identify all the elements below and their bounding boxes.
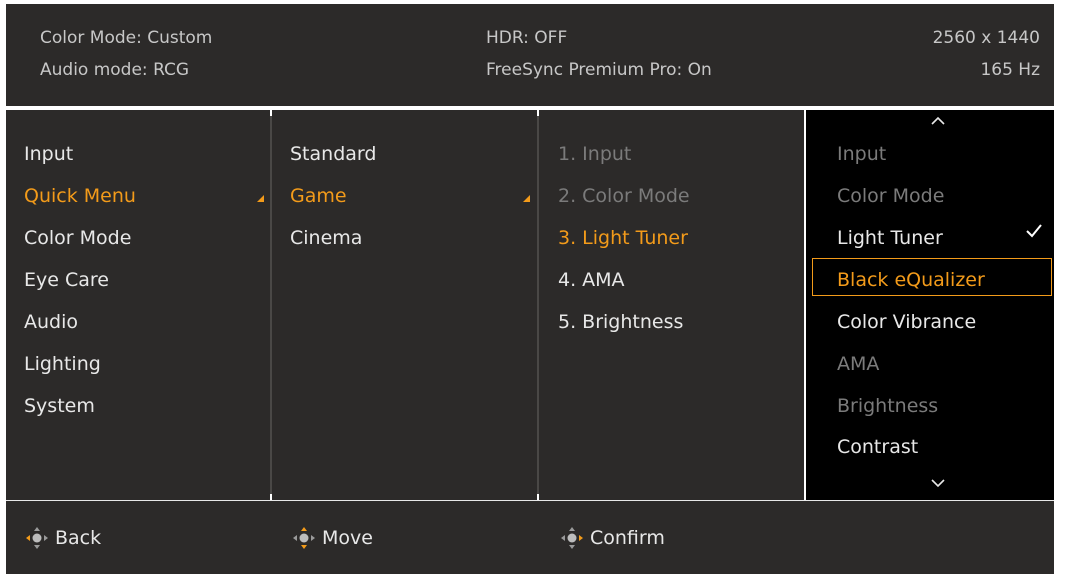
- main-menu-item-color-mode[interactable]: Color Mode: [24, 223, 131, 253]
- quick-slot-2: 2. Color Mode: [558, 185, 690, 207]
- option-light-tuner[interactable]: Light Tuner: [837, 223, 943, 253]
- chevron-down-icon[interactable]: [930, 478, 946, 488]
- main-menu-item-system[interactable]: System: [24, 391, 95, 421]
- quick-slot-1: 1. Input: [558, 143, 632, 165]
- main-menu-item-lighting[interactable]: Lighting: [24, 349, 101, 379]
- submenu-item-cinema[interactable]: Cinema: [290, 223, 362, 253]
- key-guide-bar: Back Move Confirm: [6, 500, 1054, 574]
- selected-indicator-icon: [523, 195, 530, 202]
- option-color-vibrance[interactable]: Color Vibrance: [837, 307, 976, 337]
- color-mode-status: Color Mode: Custom: [40, 28, 213, 48]
- quick-slot-4[interactable]: 4. AMA: [558, 265, 625, 295]
- option-color-mode: Color Mode: [837, 185, 945, 207]
- freesync-status: FreeSync Premium Pro: On: [486, 60, 712, 80]
- quick-slot-5[interactable]: 5. Brightness: [558, 307, 683, 337]
- main-menu-item-eye-care[interactable]: Eye Care: [24, 265, 109, 295]
- quick-slot-3[interactable]: 3. Light Tuner: [558, 223, 688, 253]
- joystick-back-icon: [26, 527, 48, 549]
- main-menu-item-quick-menu[interactable]: Quick Menu: [24, 181, 136, 211]
- option-contrast[interactable]: Contrast: [837, 432, 918, 462]
- refresh-rate-status: 165 Hz: [980, 60, 1040, 80]
- submenu-item-game[interactable]: Game: [290, 181, 347, 211]
- option-input: Input: [837, 143, 887, 165]
- status-bar: Color Mode: Custom Audio mode: RCG HDR: …: [6, 4, 1054, 106]
- main-menu-item-input[interactable]: Input: [24, 139, 73, 169]
- option-column: Input Color Mode Light Tuner Black eQual…: [806, 110, 1054, 500]
- hdr-status: HDR: OFF: [486, 28, 568, 48]
- option-brightness: Brightness: [837, 395, 939, 417]
- joystick-move-icon: [293, 527, 315, 549]
- back-label: Back: [55, 527, 102, 549]
- main-menu-item-audio[interactable]: Audio: [24, 307, 78, 337]
- main-menu-column: Input Quick Menu Color Mode Eye Care Aud…: [6, 110, 270, 500]
- osd-menu: Color Mode: Custom Audio mode: RCG HDR: …: [0, 0, 1066, 578]
- checkmark-icon: [1026, 224, 1042, 238]
- chevron-up-icon[interactable]: [930, 116, 946, 126]
- move-label: Move: [322, 527, 373, 549]
- submenu-item-standard[interactable]: Standard: [290, 139, 376, 169]
- option-black-equalizer[interactable]: Black eQualizer: [837, 265, 985, 295]
- audio-mode-status: Audio mode: RCG: [40, 60, 190, 80]
- quick-slot-column: 1. Input 2. Color Mode 3. Light Tuner 4.…: [539, 110, 804, 500]
- selected-indicator-icon: [257, 195, 264, 202]
- submenu-column: Standard Game Cinema: [272, 110, 537, 500]
- resolution-status: 2560 x 1440: [932, 28, 1040, 48]
- joystick-confirm-icon: [561, 527, 583, 549]
- menu-body: Input Quick Menu Color Mode Eye Care Aud…: [6, 110, 1054, 500]
- option-ama: AMA: [837, 353, 880, 375]
- confirm-label: Confirm: [590, 527, 665, 549]
